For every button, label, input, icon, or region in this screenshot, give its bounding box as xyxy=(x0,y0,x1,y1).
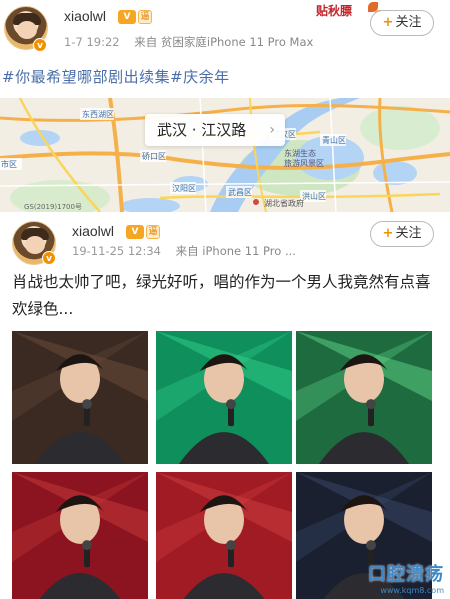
topic-hashtags[interactable]: #你最希望哪部剧出续集#庆余年 xyxy=(2,66,230,87)
map-label-wuchang: 武昌区 xyxy=(228,187,252,197)
verified-icon: v xyxy=(42,251,56,265)
post-2: v xiaolwl V 逼 19-11-25 12:34 来自 iPhone 1… xyxy=(0,215,450,599)
photo-grid xyxy=(12,331,436,599)
follow-button[interactable]: + 关注 xyxy=(370,221,434,247)
location-name: 武汉 · 江汉路 xyxy=(157,121,247,139)
map-label-dongxihu: 东西湖区 xyxy=(82,109,114,119)
map-label-qiaokou: 硚口区 xyxy=(142,152,166,161)
source-prefix: 来自 xyxy=(134,35,158,49)
photo-thumbnail[interactable] xyxy=(12,472,148,599)
post-source: iPhone 11 Pro ... xyxy=(202,244,296,258)
map-label-hongshan: 洪山区 xyxy=(302,191,326,201)
vip-badge: 逼 xyxy=(146,225,160,239)
post-meta: 1-7 19:22 来自 贫困家庭iPhone 11 Pro Max xyxy=(64,34,313,50)
chevron-right-icon: › xyxy=(269,122,275,138)
avatar-face xyxy=(25,236,45,254)
photo-thumbnail[interactable] xyxy=(156,472,292,599)
map-label-hanyang: 汉阳区 xyxy=(172,184,196,193)
photo-thumbnail[interactable] xyxy=(156,331,292,464)
location-pill[interactable]: 武汉 · 江汉路 › xyxy=(145,114,285,146)
map-label-donghu: 东湖生态 xyxy=(284,148,316,158)
sticker-text: 贴秋膘 xyxy=(316,4,353,18)
map-label-qingshan: 青山区 xyxy=(322,135,346,145)
plus-icon: + xyxy=(382,15,394,30)
verified-icon: v xyxy=(33,38,47,52)
map-label-gov: 湖北省政府 xyxy=(264,198,304,208)
map-credit: GS(2019)1700号 xyxy=(24,203,82,211)
follow-button[interactable]: + 关注 xyxy=(370,10,434,36)
level-badge: V xyxy=(118,10,136,24)
avatar-face xyxy=(17,21,37,39)
location-map[interactable]: 东西湖区 硚口区 汉阳区 江汉区 武昌区 洪山区 青山区 市区 东湖生态 旅游风… xyxy=(0,98,450,212)
username[interactable]: xiaolwl xyxy=(72,223,114,239)
post-meta: 19-11-25 12:34 来自 iPhone 11 Pro ... xyxy=(72,243,296,259)
post-text: 肖战也太帅了吧，绿光好听，唱的作为一个男人我竟然有点喜欢绿色... xyxy=(12,273,431,318)
watermark-url: www.kqm8.com xyxy=(380,586,444,595)
post-1: v xiaolwl V 逼 1-7 19:22 来自 贫困家庭iPhone 11… xyxy=(0,0,450,215)
follow-label: 关注 xyxy=(395,15,422,30)
post-time: 19-11-25 12:34 xyxy=(72,244,161,258)
svg-text:旅游风景区: 旅游风景区 xyxy=(284,158,324,168)
site-watermark: 口腔溃疡 www.kqm8.com xyxy=(368,560,444,595)
level-badge: V xyxy=(126,225,144,239)
photo-thumbnail[interactable] xyxy=(296,331,432,464)
post-time: 1-7 19:22 xyxy=(64,35,120,49)
map-label-wuhan: 市区 xyxy=(1,159,17,169)
plus-icon: + xyxy=(382,226,394,241)
watermark-title: 口腔溃疡 xyxy=(368,564,444,585)
vip-badge: 逼 xyxy=(138,10,152,24)
source-prefix: 来自 xyxy=(175,244,199,258)
follow-label: 关注 xyxy=(395,226,422,241)
username[interactable]: xiaolwl xyxy=(64,8,106,24)
photo-thumbnail[interactable] xyxy=(12,331,148,464)
post-source: 贫困家庭iPhone 11 Pro Max xyxy=(160,35,314,49)
